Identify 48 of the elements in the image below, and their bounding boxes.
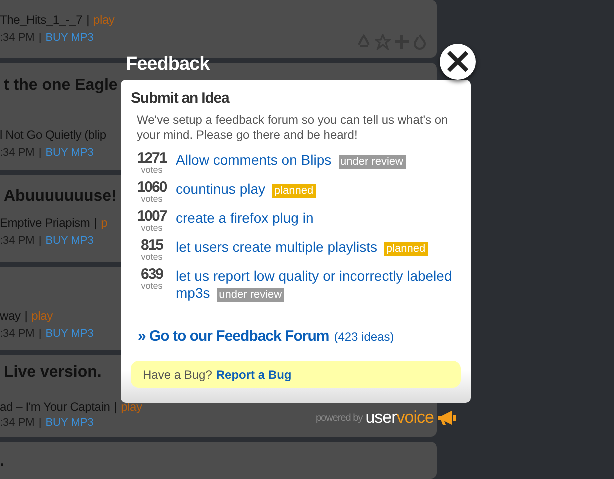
idea-count: (423 ideas) <box>334 330 394 344</box>
powered-by-text: powered by <box>316 412 363 424</box>
close-button[interactable]: × <box>440 44 476 80</box>
bug-prompt: Have a Bug? <box>143 368 212 382</box>
vote-count: 1060 <box>137 181 167 195</box>
megaphone-icon <box>436 410 457 426</box>
vote-count: 1271 <box>137 152 167 166</box>
brand-logo[interactable]: uservoice <box>366 408 434 428</box>
separator-text: | <box>38 234 42 248</box>
separator-text: | <box>38 416 42 430</box>
status-tag: under review <box>217 288 284 302</box>
report-bug-link[interactable]: Report a Bug <box>216 368 292 382</box>
track-title: l Not Go Quietly (blip <box>0 128 106 143</box>
idea-link[interactable]: let us report low quality or incorrectly labeled mp3s under review <box>176 268 461 302</box>
vote-count: 815 <box>140 239 164 253</box>
separator-text: | <box>38 31 42 45</box>
track-title: The_Hits_1_-_7 <box>0 13 83 28</box>
idea-link[interactable]: create a firefox plug in <box>176 210 314 227</box>
post-title: Abuuuuuuuse! <box>4 187 117 206</box>
separator-text: | <box>114 400 118 415</box>
votes-label: votes <box>141 195 163 204</box>
post-title: t the one Eagle <box>4 76 118 95</box>
votes-label: votes <box>141 166 163 175</box>
vote-count: 639 <box>140 268 164 282</box>
votes-label: votes <box>141 224 163 233</box>
description-text: We've setup a feedback forum so you can tell us what's on your mind. Please go there and be heard! <box>137 113 450 143</box>
track-title: ad – I'm Your Captain <box>0 400 110 415</box>
vote-count: 1007 <box>137 210 167 224</box>
idea-link[interactable]: countinus play planned <box>176 181 316 198</box>
section-heading: Submit an Idea <box>131 90 231 107</box>
separator-text: | <box>38 146 42 160</box>
separator-text: | <box>94 216 98 231</box>
idea-link[interactable]: let users create multiple playlists planned <box>176 239 428 256</box>
post-title: . <box>0 452 4 471</box>
dialog-title: Feedback <box>126 54 210 76</box>
separator-text: | <box>38 327 42 341</box>
track-title: way <box>0 309 21 324</box>
status-tag: planned <box>272 184 316 198</box>
votes-label: votes <box>141 282 163 291</box>
status-tag: under review <box>338 155 406 169</box>
idea-link[interactable]: Allow comments on Blips under review <box>176 152 406 169</box>
separator-text: | <box>86 13 90 28</box>
status-tag: planned <box>384 242 428 256</box>
track-title: Emptive Priapism <box>0 216 90 231</box>
votes-label: votes <box>141 253 163 262</box>
post-title: Live version. <box>4 363 102 382</box>
separator-text: | <box>24 309 28 324</box>
forum-link[interactable]: » Go to our Feedback Forum <box>138 328 330 345</box>
